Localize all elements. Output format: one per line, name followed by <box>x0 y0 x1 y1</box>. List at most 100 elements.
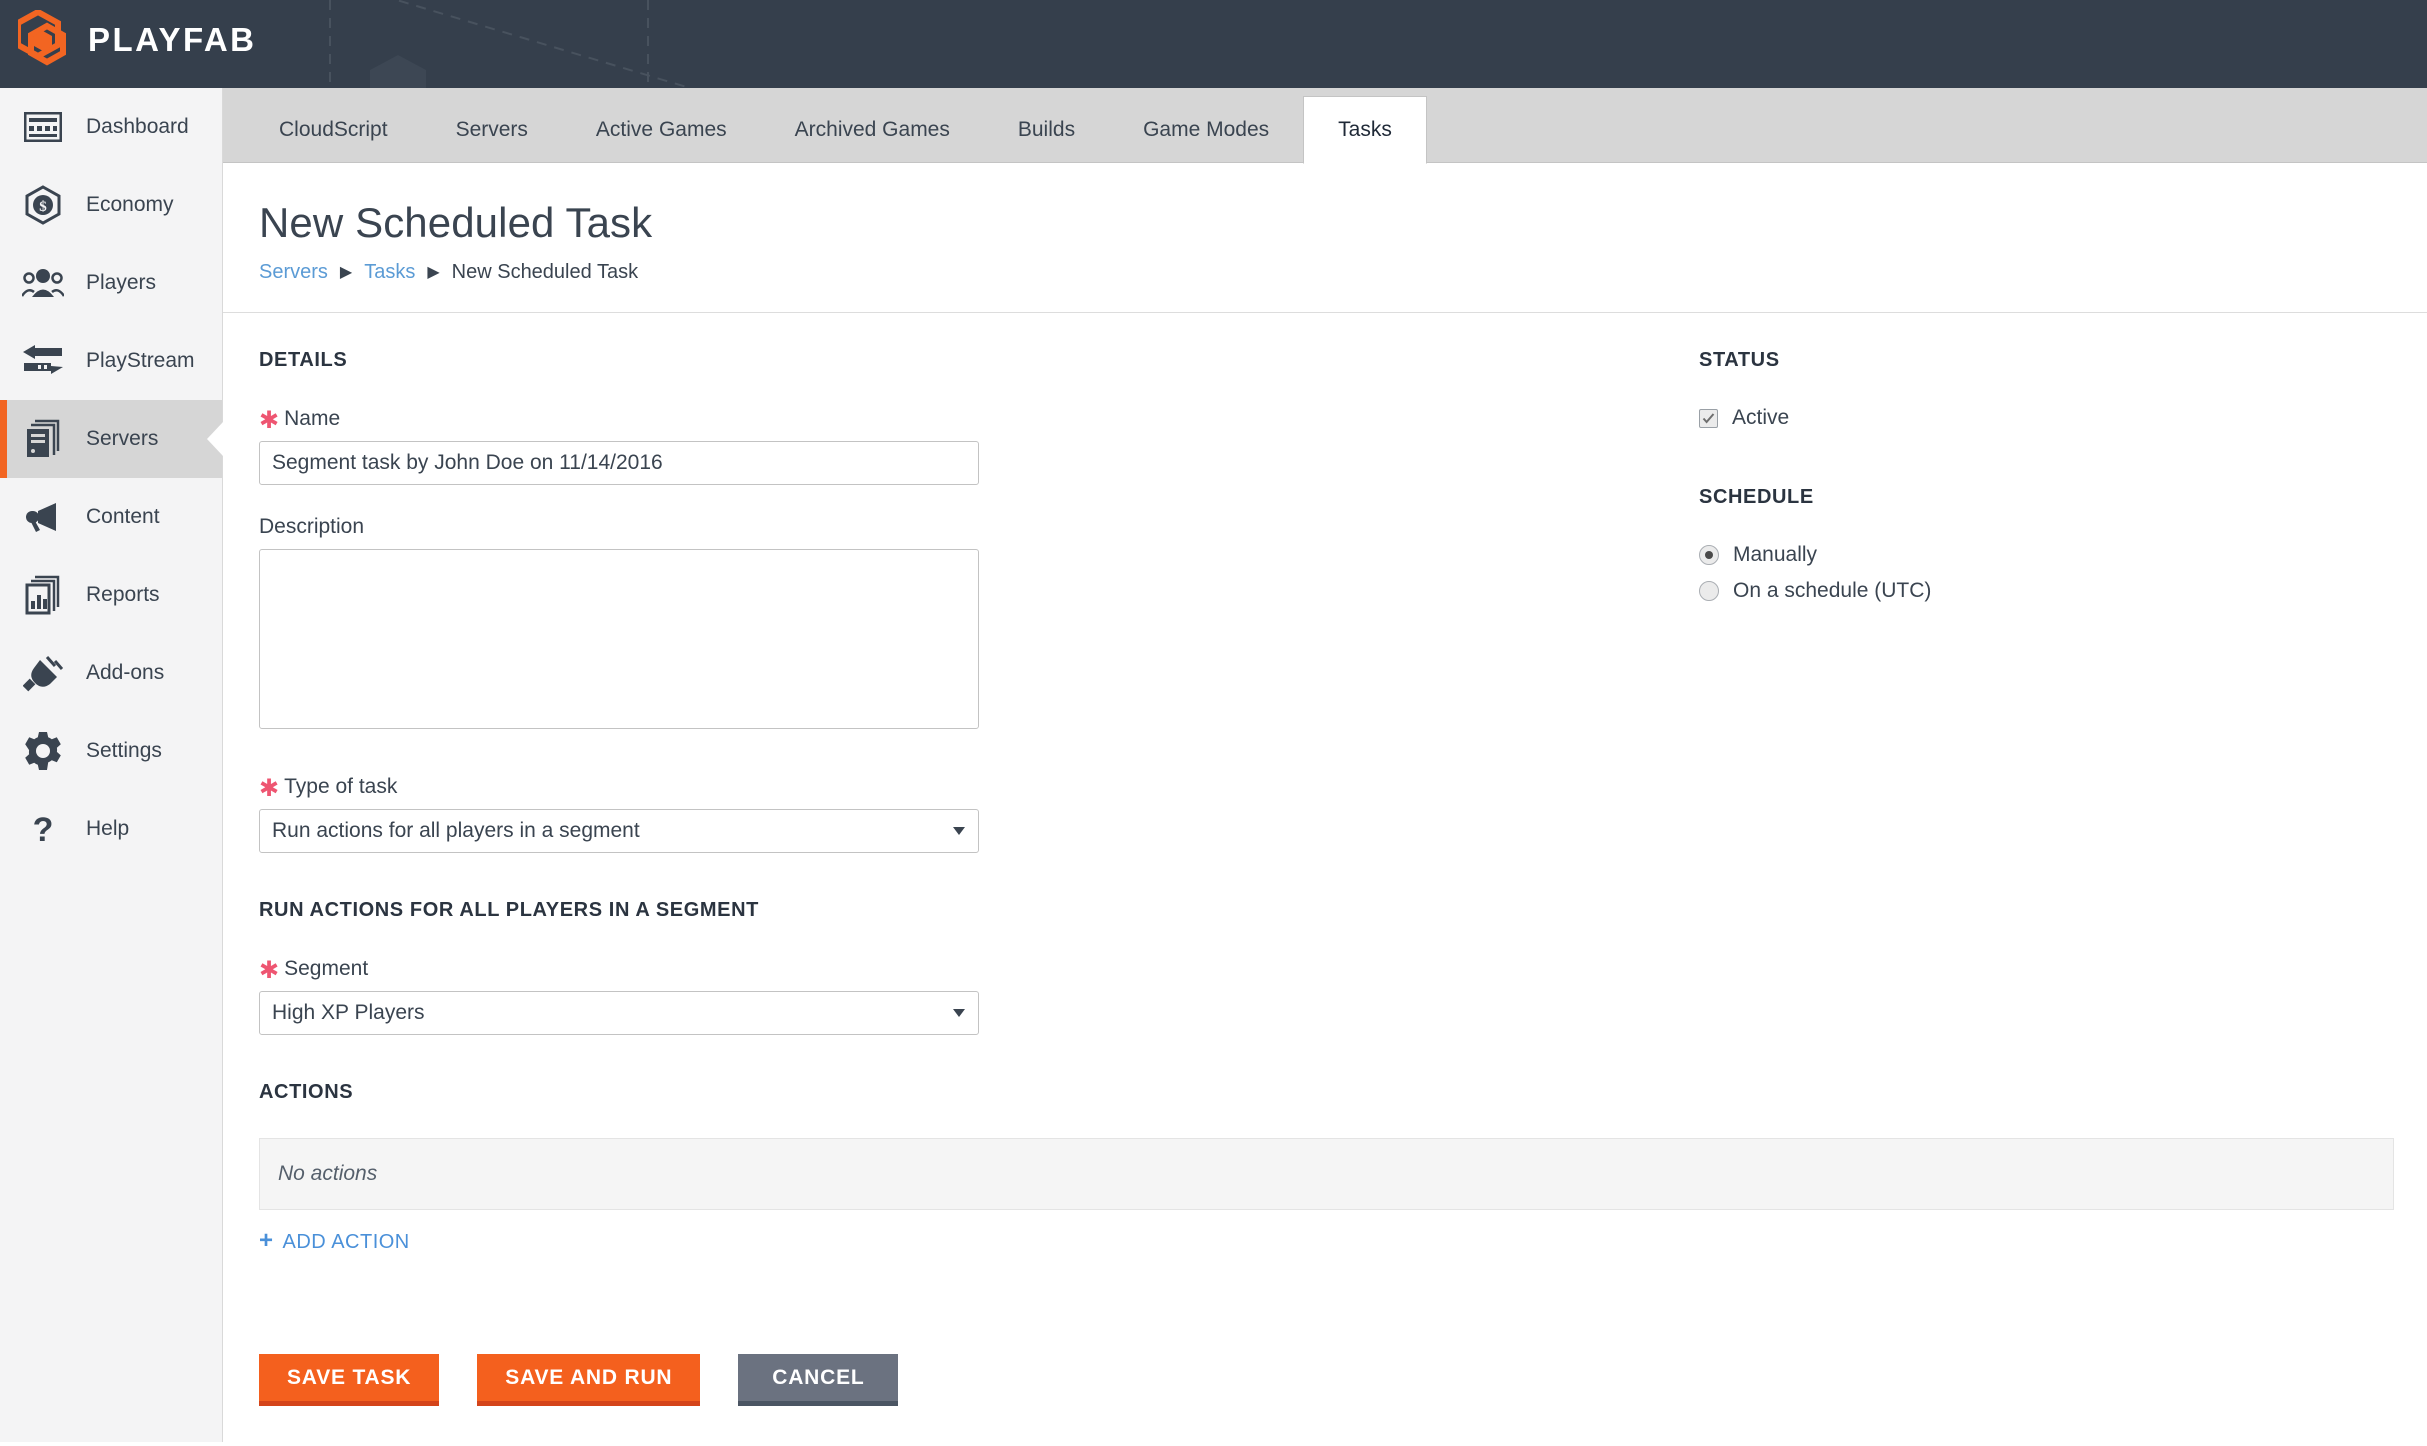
tab-label: Builds <box>1017 117 1076 141</box>
tab-active-games[interactable]: Active Games <box>562 96 761 163</box>
description-textarea[interactable] <box>259 549 979 729</box>
segment-field-group: ✱ Segment High XP Players <box>259 956 1499 1035</box>
tab-label: Game Modes <box>1143 117 1270 141</box>
actions-section-title: ACTIONS <box>259 1081 354 1103</box>
description-label: Description <box>259 515 365 538</box>
sidebar-item-label: Economy <box>86 193 174 216</box>
cancel-button[interactable]: CANCEL <box>738 1354 899 1406</box>
svg-text:$: $ <box>39 199 47 215</box>
active-checkbox-label: Active <box>1732 406 1790 429</box>
sidebar-item-settings[interactable]: Settings <box>0 712 222 790</box>
tab-builds[interactable]: Builds <box>984 96 1109 163</box>
sidebar-item-servers[interactable]: Servers <box>0 400 222 478</box>
brand-logo[interactable]: PLAYFAB <box>18 10 256 70</box>
breadcrumb-item-servers[interactable]: Servers <box>259 261 328 284</box>
plus-icon: + <box>259 1227 274 1254</box>
name-label-row: ✱ Name <box>259 406 1499 434</box>
sidebar-item-economy[interactable]: $ Economy <box>0 166 222 244</box>
required-asterisk-icon: ✱ <box>259 407 280 434</box>
description-label-row: Description <box>259 515 1499 539</box>
check-icon <box>1702 412 1715 424</box>
tab-label: Active Games <box>595 117 727 141</box>
tab-label: Tasks <box>1338 118 1392 141</box>
tab-label: CloudScript <box>279 117 388 141</box>
segment-select[interactable]: High XP Players <box>259 991 979 1035</box>
radio-on-a-schedule[interactable] <box>1699 581 1719 601</box>
radio-selected-dot-icon <box>1705 551 1713 559</box>
top-bar: PLAYFAB <box>0 0 2427 88</box>
type-of-task-field-group: ✱ Type of task Run actions for all playe… <box>259 774 1499 853</box>
no-actions-text: No actions <box>278 1162 378 1185</box>
schedule-section-title: SCHEDULE <box>1699 486 1814 508</box>
sidebar-item-playstream[interactable]: PlayStream <box>0 322 222 400</box>
sidebar-item-players[interactable]: Players <box>0 244 222 322</box>
sidebar-item-content[interactable]: Content <box>0 478 222 556</box>
status-section-title: STATUS <box>1699 349 1780 371</box>
tab-label: Servers <box>455 117 528 141</box>
sidebar-item-label: Players <box>86 271 157 294</box>
add-action-button[interactable]: + ADD ACTION <box>259 1227 410 1254</box>
schedule-option-label: Manually <box>1733 543 1818 566</box>
sidebar-item-label: Dashboard <box>86 115 189 138</box>
active-checkbox-row[interactable]: Active <box>1699 406 2199 430</box>
sidebar-item-label: Add-ons <box>86 661 165 684</box>
main-content: CloudScript Servers Active Games Archive… <box>223 88 2427 1442</box>
name-label: Name <box>284 407 341 430</box>
sidebar-item-label: Reports <box>86 583 160 606</box>
playstream-icon <box>22 340 64 382</box>
breadcrumb-item-tasks[interactable]: Tasks <box>364 261 415 284</box>
playfab-hex-logo-icon <box>18 10 66 66</box>
save-and-run-button[interactable]: SAVE AND RUN <box>477 1354 701 1406</box>
form-left-column: DETAILS ✱ Name Description ✱ Type of tas… <box>259 349 2394 1446</box>
settings-icon <box>22 730 64 772</box>
type-of-task-select[interactable]: Run actions for all players in a segment <box>259 809 979 853</box>
schedule-option-label: On a schedule (UTC) <box>1733 579 1932 602</box>
segment-label: Segment <box>284 957 369 980</box>
tab-archived-games[interactable]: Archived Games <box>761 96 984 163</box>
sidebar-item-dashboard[interactable]: Dashboard <box>0 88 222 166</box>
tab-tasks[interactable]: Tasks <box>1303 96 1427 164</box>
active-checkbox[interactable] <box>1699 408 1718 428</box>
breadcrumb: Servers ▶ Tasks ▶ New Scheduled Task <box>259 261 2427 312</box>
save-task-button[interactable]: SAVE TASK <box>259 1354 440 1406</box>
sidebar-item-help[interactable]: ? Help <box>0 790 222 868</box>
form-button-row: SAVE TASK SAVE AND RUN CANCEL <box>259 1354 1499 1446</box>
schedule-option-manually[interactable]: Manually <box>1699 543 2199 567</box>
form-columns: DETAILS ✱ Name Description ✱ Type of tas… <box>223 313 2427 1446</box>
tab-cloudscript[interactable]: CloudScript <box>245 96 422 163</box>
sidebar: Dashboard $ Economy Players PlayStream S… <box>0 88 223 1442</box>
description-field-group: Description <box>259 515 1499 734</box>
sidebar-item-add-ons[interactable]: Add-ons <box>0 634 222 712</box>
addons-icon <box>22 652 64 694</box>
type-of-task-selected-value: Run actions for all players in a segment <box>272 819 640 842</box>
sidebar-item-label: PlayStream <box>86 349 195 372</box>
schedule-option-on-a-schedule[interactable]: On a schedule (UTC) <box>1699 579 2199 603</box>
sidebar-item-reports[interactable]: Reports <box>0 556 222 634</box>
help-icon: ? <box>22 808 64 850</box>
page-header: New Scheduled Task Servers ▶ Tasks ▶ New… <box>223 163 2427 312</box>
sidebar-item-label: Content <box>86 505 160 528</box>
economy-icon: $ <box>22 184 64 226</box>
segment-label-row: ✱ Segment <box>259 956 1499 984</box>
required-asterisk-icon: ✱ <box>259 957 280 984</box>
breadcrumb-separator-icon: ▶ <box>427 263 440 281</box>
reports-icon <box>22 574 64 616</box>
radio-manually[interactable] <box>1699 545 1719 565</box>
servers-icon <box>22 418 64 460</box>
sidebar-item-label: Servers <box>86 427 159 450</box>
tab-game-modes[interactable]: Game Modes <box>1109 96 1303 163</box>
tab-bar: CloudScript Servers Active Games Archive… <box>223 88 2427 164</box>
segment-selected-value: High XP Players <box>272 1001 425 1024</box>
breadcrumb-separator-icon: ▶ <box>339 263 353 281</box>
tab-servers[interactable]: Servers <box>422 96 562 163</box>
form-right-column: STATUS Active SCHEDULE Manually On a sch <box>1499 349 2199 1446</box>
dashboard-icon <box>22 106 64 148</box>
type-of-task-label: Type of task <box>284 775 398 798</box>
tab-label: Archived Games <box>794 117 950 141</box>
required-asterisk-icon: ✱ <box>259 775 280 802</box>
content-icon <box>22 496 64 538</box>
type-of-task-label-row: ✱ Type of task <box>259 774 1499 802</box>
details-section-title: DETAILS <box>259 349 348 371</box>
name-input[interactable] <box>259 441 979 485</box>
topbar-decoration <box>329 0 691 88</box>
